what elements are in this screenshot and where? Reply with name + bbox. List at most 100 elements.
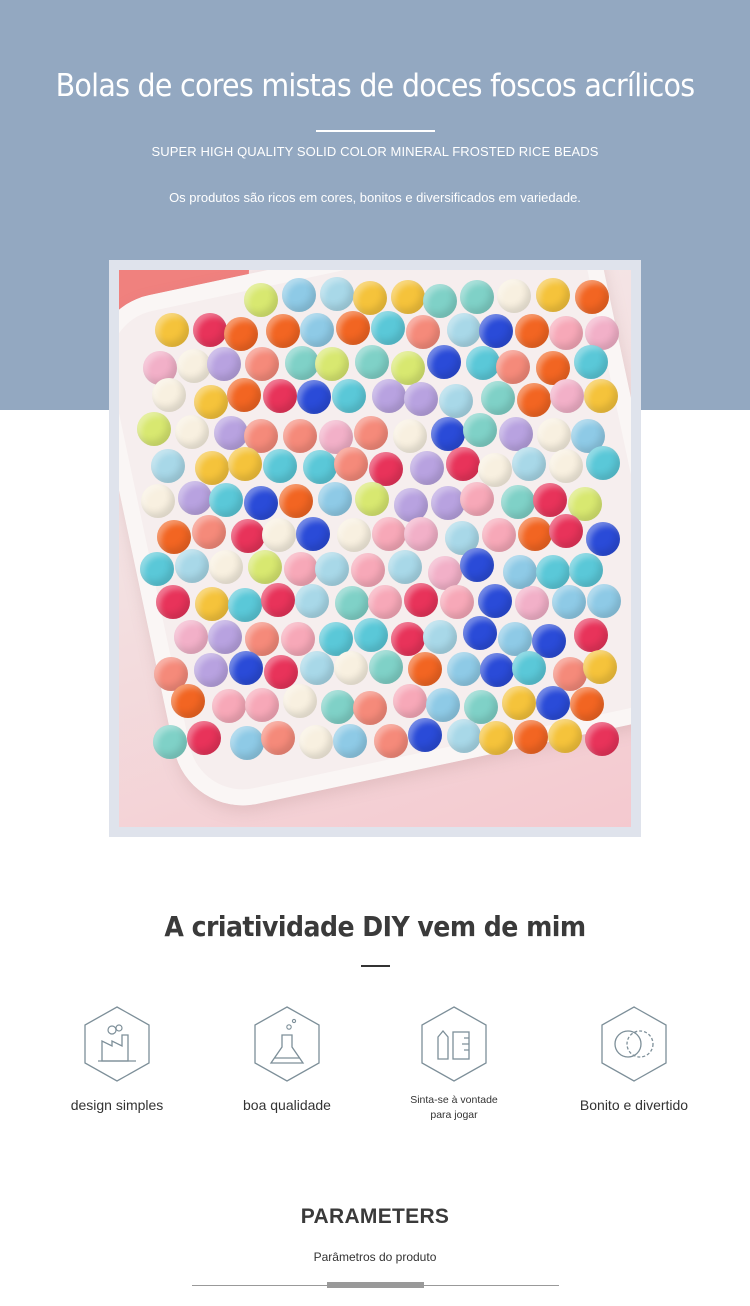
bead (425, 688, 460, 723)
bead (537, 418, 571, 453)
bead (533, 482, 568, 517)
bead (193, 653, 228, 688)
parameters-divider-accent (327, 1282, 424, 1288)
bead (392, 684, 427, 719)
bead (282, 419, 317, 454)
bead (569, 687, 604, 722)
bead (518, 516, 553, 551)
bead (535, 555, 570, 590)
bead (300, 650, 335, 685)
bead (466, 346, 501, 381)
bead (548, 719, 583, 754)
bead (496, 279, 531, 314)
bead (279, 484, 314, 519)
bead (354, 481, 389, 516)
bead (407, 651, 442, 686)
bead (334, 447, 369, 482)
bead (463, 616, 498, 651)
bead (207, 346, 242, 381)
bead (229, 725, 264, 760)
bead (423, 619, 458, 654)
bead (446, 651, 481, 686)
bead (226, 378, 261, 413)
bead (574, 617, 609, 652)
bead (334, 650, 369, 685)
bead (404, 517, 439, 552)
bead (516, 383, 551, 418)
bead (174, 415, 209, 450)
bead (302, 450, 337, 485)
feature-simple-design: design simples (37, 1005, 197, 1113)
bead (439, 584, 474, 619)
bead (174, 619, 209, 654)
bead (514, 586, 549, 621)
hero-subtitle: SUPER HIGH QUALITY SOLID COLOR MINERAL F… (151, 144, 599, 159)
bead (153, 725, 188, 760)
bead (295, 517, 330, 552)
bead (351, 552, 386, 587)
hero-divider (316, 130, 435, 132)
bead (156, 584, 191, 619)
bead (194, 586, 229, 621)
bead (193, 312, 228, 347)
feature-label: design simples (70, 1097, 164, 1113)
bead (299, 724, 334, 759)
bead (552, 584, 587, 619)
bead (569, 552, 604, 587)
bead (208, 483, 243, 518)
bead (368, 451, 403, 486)
bead (260, 720, 295, 755)
bead (262, 378, 297, 413)
bead (478, 721, 513, 756)
bead (228, 447, 263, 482)
bead (499, 417, 534, 452)
bead (446, 718, 481, 753)
bead (193, 384, 228, 419)
bead (228, 587, 263, 622)
bead (478, 584, 513, 619)
bead (176, 349, 211, 384)
bead (439, 384, 474, 419)
bead (500, 484, 535, 519)
bead (496, 349, 531, 384)
bead (410, 450, 445, 485)
bead (502, 685, 537, 720)
bead (478, 313, 513, 348)
section-title: A criatividade DIY vem de mim (164, 910, 586, 943)
bead (244, 347, 279, 382)
bead (151, 378, 186, 413)
bead (207, 619, 242, 654)
bead (336, 518, 371, 553)
bead (155, 312, 190, 347)
bead (460, 548, 495, 583)
bead (445, 447, 480, 482)
bead (373, 723, 408, 758)
bead (157, 519, 192, 554)
bead (446, 312, 481, 347)
product-photo-frame (109, 260, 641, 837)
bead (151, 448, 186, 483)
bead (480, 653, 515, 688)
beads-cluster (119, 270, 631, 827)
bead (260, 582, 295, 617)
bead (430, 417, 465, 452)
feature-label: Sinta-se à vontade para jogar (410, 1094, 498, 1121)
bead (317, 481, 352, 516)
bead (243, 283, 278, 318)
bead (354, 618, 389, 653)
bead (211, 688, 246, 723)
bead (280, 621, 315, 656)
bead (548, 514, 583, 549)
bead (549, 378, 584, 413)
bead (178, 480, 213, 515)
bead (585, 446, 620, 481)
feature-label: Bonito e divertido (579, 1097, 689, 1113)
feature-good-quality: boa qualidade (207, 1005, 367, 1113)
bead (244, 485, 279, 520)
bead (352, 281, 387, 316)
bead (191, 515, 226, 550)
bead (261, 518, 296, 553)
bead (536, 278, 571, 313)
bead (585, 521, 620, 556)
bead (548, 315, 583, 350)
